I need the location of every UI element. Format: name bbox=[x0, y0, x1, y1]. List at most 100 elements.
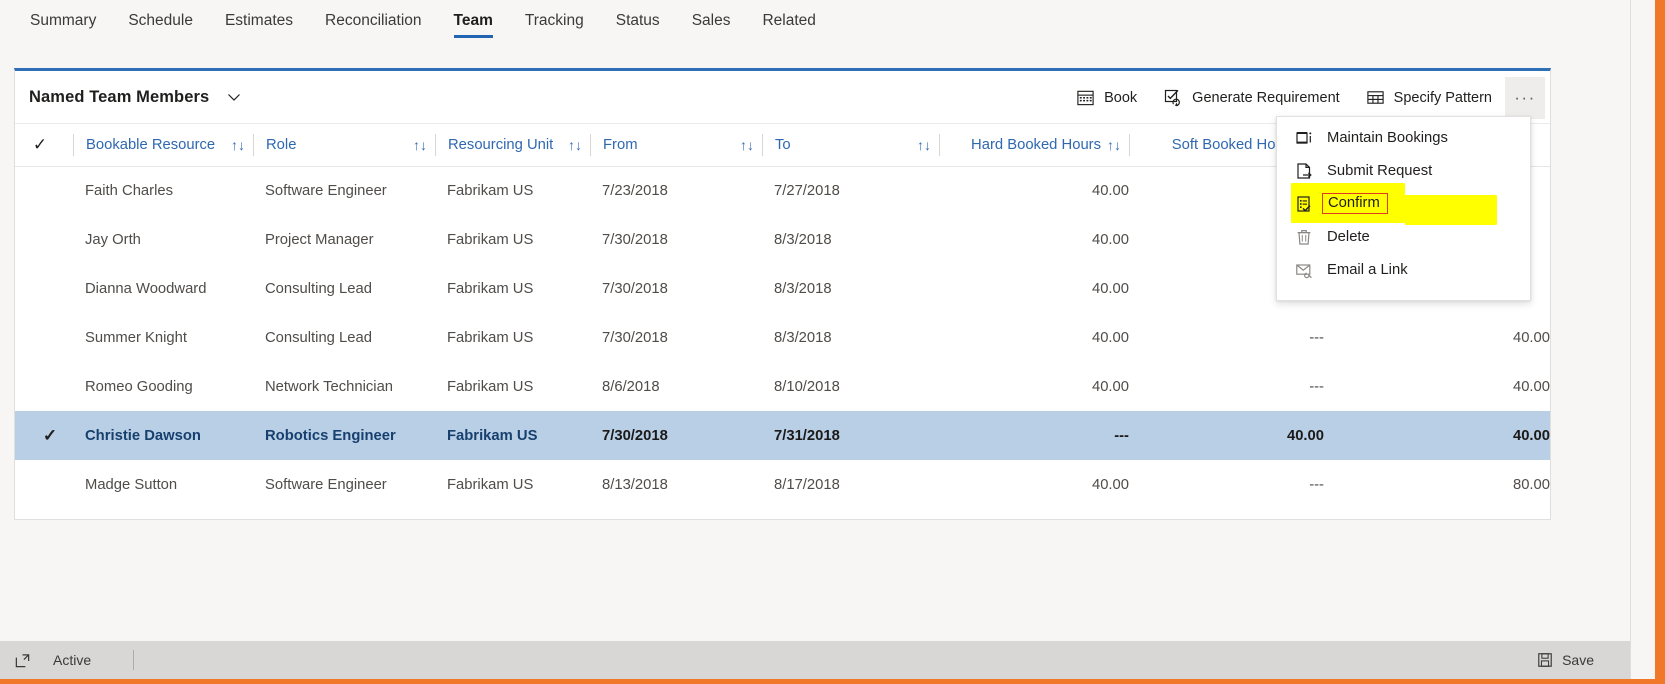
table-row[interactable]: Summer Knight Consulting Lead Fabrikam US 7… bbox=[15, 313, 1550, 362]
row-select-checkbox[interactable] bbox=[15, 166, 73, 215]
tab-label: Estimates bbox=[224, 12, 294, 29]
menu-item-label: Submit Request bbox=[1327, 162, 1433, 179]
cell-soft-booked-hours: --- bbox=[1129, 460, 1324, 509]
tab-sales[interactable]: Sales bbox=[676, 0, 747, 48]
table-grid-icon bbox=[1366, 88, 1385, 107]
cell-total-hours: 40.00 bbox=[1324, 313, 1550, 362]
cell-role[interactable]: Network Technician bbox=[253, 362, 435, 411]
tab-label: Related bbox=[762, 12, 816, 29]
tab-related[interactable]: Related bbox=[746, 0, 831, 48]
save-button[interactable]: Save bbox=[1537, 652, 1616, 668]
select-all-header[interactable]: ✓ bbox=[15, 124, 73, 167]
tab-label: Status bbox=[615, 12, 660, 29]
row-select-checkbox[interactable] bbox=[15, 264, 73, 313]
tab-reconciliation[interactable]: Reconciliation bbox=[309, 0, 438, 48]
cell-bookable-resource[interactable]: Jay Orth bbox=[73, 215, 253, 264]
app-root: Summary Schedule Estimates Reconciliation Te… bbox=[0, 0, 1665, 684]
cell-bookable-resource[interactable]: Dianna Woodward bbox=[73, 264, 253, 313]
cell-soft-booked-hours: --- bbox=[1129, 362, 1324, 411]
cell-role[interactable]: Consulting Lead bbox=[253, 313, 435, 362]
tab-status[interactable]: Status bbox=[600, 0, 676, 48]
tab-label: Summary bbox=[30, 12, 97, 29]
cell-role[interactable]: Software Engineer bbox=[253, 460, 435, 509]
sort-toggle-icon[interactable]: ↑↓ bbox=[413, 137, 427, 153]
right-gutter bbox=[1630, 0, 1655, 684]
frame-bottom-edge bbox=[0, 679, 1665, 684]
table-row[interactable]: Romeo Gooding Network Technician Fabrikam … bbox=[15, 362, 1550, 411]
table-row[interactable]: Madge Sutton Software Engineer Fabrikam US… bbox=[15, 460, 1550, 509]
column-header-resourcing-unit[interactable]: Resourcing Unit ↑↓ bbox=[435, 124, 590, 167]
cell-bookable-resource[interactable]: Summer Knight bbox=[73, 313, 253, 362]
cell-bookable-resource[interactable]: Faith Charles bbox=[73, 166, 253, 215]
column-header-hard-booked-hours[interactable]: Hard Booked Hours ↑↓ bbox=[939, 124, 1129, 167]
tab-label: Schedule bbox=[128, 12, 193, 29]
tab-estimates[interactable]: Estimates bbox=[209, 0, 309, 48]
menu-item-label: Maintain Bookings bbox=[1327, 129, 1448, 146]
cell-to: 8/3/2018 bbox=[762, 264, 939, 313]
cell-hard-booked-hours: 40.00 bbox=[939, 362, 1129, 411]
row-select-checkbox[interactable] bbox=[15, 362, 73, 411]
cell-bookable-resource[interactable]: Christie Dawson bbox=[73, 411, 253, 460]
book-button[interactable]: Book bbox=[1063, 71, 1150, 124]
sort-toggle-icon[interactable]: ↑↓ bbox=[1107, 137, 1121, 153]
cell-from: 7/30/2018 bbox=[590, 215, 762, 264]
cell-to: 8/3/2018 bbox=[762, 313, 939, 362]
cell-role[interactable]: Software Engineer bbox=[253, 166, 435, 215]
cell-role[interactable]: Robotics Engineer bbox=[253, 411, 435, 460]
sort-toggle-icon[interactable]: ↑↓ bbox=[917, 137, 931, 153]
cell-from: 7/30/2018 bbox=[590, 411, 762, 460]
table-row[interactable]: ✓ Christie Dawson Robotics Engineer Fabrika… bbox=[15, 411, 1550, 460]
menu-item-delete[interactable]: Delete bbox=[1277, 220, 1530, 253]
frame-right-edge bbox=[1655, 0, 1665, 684]
expand-icon[interactable] bbox=[14, 652, 31, 669]
row-select-checkbox[interactable] bbox=[15, 313, 73, 362]
row-select-checkbox[interactable] bbox=[15, 460, 73, 509]
cell-resourcing-unit[interactable]: Fabrikam US bbox=[435, 411, 590, 460]
menu-item-confirm[interactable]: Confirm bbox=[1277, 183, 1530, 225]
sort-toggle-icon[interactable]: ↑↓ bbox=[231, 137, 245, 153]
overflow-more-button[interactable]: ··· bbox=[1505, 76, 1545, 119]
column-header-to[interactable]: To ↑↓ bbox=[762, 124, 939, 167]
select-all-check-icon[interactable]: ✓ bbox=[33, 136, 47, 153]
submit-request-icon bbox=[1295, 162, 1313, 180]
row-select-checkbox[interactable] bbox=[15, 215, 73, 264]
cell-from: 8/13/2018 bbox=[590, 460, 762, 509]
cell-hard-booked-hours: 40.00 bbox=[939, 313, 1129, 362]
column-header-role[interactable]: Role ↑↓ bbox=[253, 124, 435, 167]
cell-soft-booked-hours: --- bbox=[1129, 313, 1324, 362]
cell-bookable-resource[interactable]: Romeo Gooding bbox=[73, 362, 253, 411]
tab-tracking[interactable]: Tracking bbox=[509, 0, 600, 48]
cell-bookable-resource[interactable]: Madge Sutton bbox=[73, 460, 253, 509]
cell-resourcing-unit[interactable]: Fabrikam US bbox=[435, 166, 590, 215]
column-header-from[interactable]: From ↑↓ bbox=[590, 124, 762, 167]
cell-resourcing-unit[interactable]: Fabrikam US bbox=[435, 313, 590, 362]
menu-item-maintain-bookings[interactable]: Maintain Bookings bbox=[1277, 121, 1530, 154]
column-header-label: Resourcing Unit bbox=[448, 136, 554, 153]
tab-schedule[interactable]: Schedule bbox=[112, 0, 209, 48]
chevron-down-icon[interactable] bbox=[225, 88, 243, 106]
tab-summary[interactable]: Summary bbox=[14, 0, 112, 48]
tab-team[interactable]: Team bbox=[438, 0, 509, 48]
column-header-bookable-resource[interactable]: Bookable Resource ↑↓ bbox=[73, 124, 253, 167]
row-select-checkbox[interactable]: ✓ bbox=[15, 411, 73, 460]
tab-label: Reconciliation bbox=[325, 12, 422, 29]
cell-resourcing-unit[interactable]: Fabrikam US bbox=[435, 264, 590, 313]
confirm-clipboard-icon bbox=[1295, 195, 1313, 213]
menu-item-email-a-link[interactable]: Email a Link bbox=[1277, 253, 1530, 286]
column-header-label: From bbox=[603, 136, 638, 153]
cell-resourcing-unit[interactable]: Fabrikam US bbox=[435, 460, 590, 509]
cell-role[interactable]: Project Manager bbox=[253, 215, 435, 264]
cell-resourcing-unit[interactable]: Fabrikam US bbox=[435, 362, 590, 411]
column-header-label: Bookable Resource bbox=[86, 136, 216, 153]
cell-total-hours: 40.00 bbox=[1324, 362, 1550, 411]
cell-resourcing-unit[interactable]: Fabrikam US bbox=[435, 215, 590, 264]
row-checked-icon: ✓ bbox=[42, 425, 58, 445]
tab-label: Team bbox=[453, 12, 493, 29]
cell-from: 7/30/2018 bbox=[590, 313, 762, 362]
maintain-bookings-icon bbox=[1295, 129, 1313, 147]
panel-title: Named Team Members bbox=[29, 87, 210, 106]
sort-toggle-icon[interactable]: ↑↓ bbox=[740, 137, 754, 153]
cell-role[interactable]: Consulting Lead bbox=[253, 264, 435, 313]
cell-to: 8/17/2018 bbox=[762, 460, 939, 509]
sort-toggle-icon[interactable]: ↑↓ bbox=[568, 137, 582, 153]
